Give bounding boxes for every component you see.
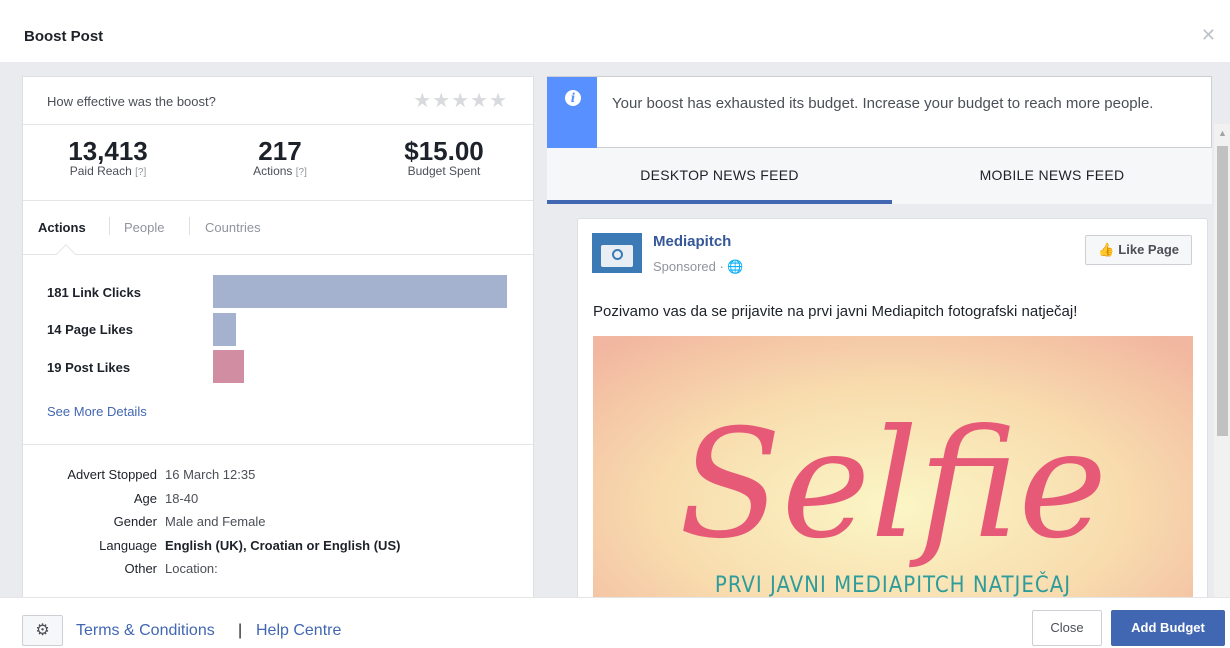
- tab-divider: [109, 217, 110, 235]
- action-bar-page-likes: [213, 313, 236, 346]
- stats-row: 13,413 Paid Reach [?] 217 Actions [?] $1…: [23, 125, 533, 201]
- scrollbar-thumb[interactable]: [1217, 146, 1228, 436]
- detail-value: Male and Female: [165, 514, 266, 529]
- tab-desktop-news-feed[interactable]: DESKTOP NEWS FEED: [547, 148, 892, 204]
- rating-row: How effective was the boost? ★★★★★: [23, 77, 533, 125]
- detail-row: Advert Stopped 16 March 12:35: [23, 467, 533, 491]
- star-rating[interactable]: ★★★★★: [413, 88, 508, 113]
- detail-row: Other Location:: [23, 561, 533, 585]
- selfie-title: Selfie: [679, 398, 1107, 572]
- stat-paid-reach: 13,413 Paid Reach [?]: [33, 138, 183, 180]
- close-button[interactable]: Close: [1032, 610, 1102, 646]
- stat-budget-spent: $15.00 Budget Spent: [369, 138, 519, 178]
- action-label: 14 Page Likes: [47, 322, 133, 337]
- tab-actions[interactable]: Actions: [38, 220, 86, 235]
- selfie-graphic: Selfie PRVI JAVNI MEDIAPITCH NATJEČAJ: [593, 336, 1193, 597]
- stat-actions: 217 Actions [?]: [205, 138, 355, 180]
- results-tabs: Actions People Countries: [23, 201, 533, 264]
- page-avatar[interactable]: [592, 233, 642, 273]
- action-bar-link-clicks: [213, 275, 507, 308]
- post-preview: Mediapitch Sponsored · 🌐 👍 Like Page Pozi…: [577, 218, 1208, 597]
- gear-icon[interactable]: ⚙: [22, 615, 63, 646]
- dialog-title: Boost Post: [24, 28, 104, 45]
- camera-lens-icon: [612, 249, 623, 260]
- detail-key: Age: [133, 490, 157, 506]
- post-text: Pozivamo vas da se prijavite na prvi jav…: [593, 303, 1078, 320]
- tab-divider: [189, 217, 190, 235]
- detail-row: Gender Male and Female: [23, 514, 533, 538]
- rating-question: How effective was the boost?: [47, 94, 216, 109]
- footer-separator: |: [238, 622, 243, 639]
- add-budget-button[interactable]: Add Budget: [1111, 610, 1225, 646]
- dialog-header: Boost Post ✕: [0, 0, 1230, 62]
- actions-breakdown: 181 Link Clicks 14 Page Likes 19 Post Li…: [23, 255, 533, 445]
- scroll-up-icon[interactable]: ▲: [1218, 128, 1227, 138]
- feed-tabs: DESKTOP NEWS FEED MOBILE NEWS FEED: [547, 148, 1212, 204]
- see-more-details-link[interactable]: See More Details: [47, 404, 147, 419]
- stat-label: Paid Reach: [69, 164, 132, 178]
- like-page-button[interactable]: 👍 Like Page: [1085, 235, 1192, 265]
- detail-value: Location:: [165, 561, 218, 576]
- budget-notice: i Your boost has exhausted its budget. I…: [547, 76, 1212, 149]
- close-icon[interactable]: ✕: [1201, 26, 1216, 44]
- post-image[interactable]: Selfie PRVI JAVNI MEDIAPITCH NATJEČAJ: [593, 336, 1193, 597]
- boost-results-panel: How effective was the boost? ★★★★★ 13,41…: [22, 76, 534, 597]
- thumbs-up-icon: 👍: [1098, 242, 1115, 257]
- action-label: 181 Link Clicks: [47, 285, 141, 300]
- notice-strip: i: [547, 77, 597, 149]
- targeting-details: Advert Stopped 16 March 12:35 Age 18-40 Ge…: [23, 445, 533, 585]
- selfie-subtitle: PRVI JAVNI MEDIAPITCH NATJEČAJ: [715, 572, 1071, 597]
- detail-value: English (UK), Croatian or English (US): [165, 537, 401, 553]
- detail-key: Advert Stopped: [67, 467, 157, 482]
- help-centre-link[interactable]: Help Centre: [256, 622, 341, 640]
- stat-value: 217: [258, 136, 302, 166]
- stat-value: $15.00: [404, 136, 484, 166]
- stat-label: Actions: [253, 164, 293, 178]
- like-page-label: Like Page: [1118, 242, 1179, 257]
- detail-row: Age 18-40: [23, 491, 533, 515]
- detail-row: Language English (UK), Croatian or Englis…: [23, 538, 533, 562]
- detail-key: Gender: [113, 514, 157, 529]
- help-link[interactable]: [?]: [296, 167, 307, 178]
- detail-key: Language: [99, 537, 157, 553]
- detail-value: 18-40: [165, 490, 199, 506]
- notice-text: Your boost has exhausted its budget. Inc…: [612, 95, 1154, 112]
- page-name-link[interactable]: Mediapitch: [653, 233, 731, 250]
- stat-label: Budget Spent: [407, 164, 481, 178]
- dialog-body: How effective was the boost? ★★★★★ 13,41…: [0, 62, 1230, 597]
- detail-value: 16 March 12:35: [165, 467, 256, 482]
- tab-mobile-news-feed[interactable]: MOBILE NEWS FEED: [892, 148, 1212, 204]
- detail-key: Other: [124, 561, 157, 576]
- stat-value: 13,413: [68, 136, 148, 166]
- sponsored-label: Sponsored · 🌐: [653, 259, 744, 274]
- help-link[interactable]: [?]: [135, 167, 146, 178]
- action-bar-post-likes: [213, 350, 244, 383]
- scrollbar[interactable]: ▲ ▼: [1214, 124, 1230, 597]
- post-preview-panel: i Your boost has exhausted its budget. I…: [547, 76, 1212, 597]
- action-label: 19 Post Likes: [47, 360, 131, 375]
- tab-countries[interactable]: Countries: [205, 220, 261, 235]
- terms-link[interactable]: Terms & Conditions: [76, 622, 215, 640]
- info-icon: i: [565, 90, 581, 106]
- tab-people[interactable]: People: [124, 220, 164, 235]
- dialog-footer: ⚙ Terms & Conditions | Help Centre Close…: [0, 597, 1230, 648]
